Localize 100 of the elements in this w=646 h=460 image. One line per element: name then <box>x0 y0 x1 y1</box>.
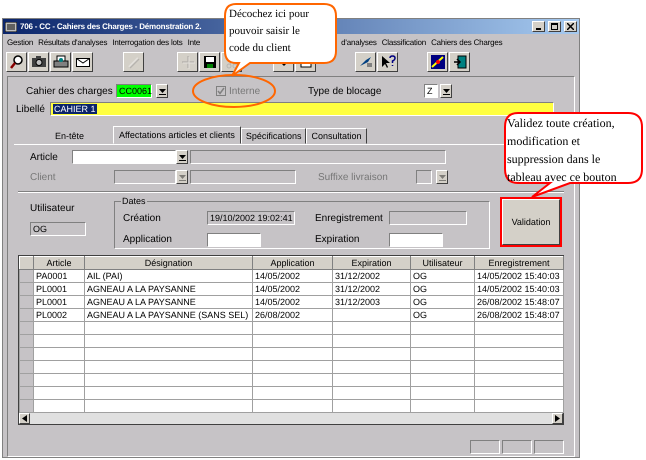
date-field[interactable] <box>207 232 261 247</box>
help-icon <box>380 54 396 70</box>
maximize-button[interactable] <box>548 21 561 32</box>
menu-item[interactable]: Cahiers des Charges <box>431 38 502 46</box>
right-arrow-icon <box>555 415 560 422</box>
date-field[interactable] <box>389 232 443 247</box>
column-header[interactable]: Article <box>34 256 84 270</box>
printer-icon <box>52 54 68 70</box>
dropdown-arrow-icon <box>178 153 186 161</box>
app-icon <box>5 22 17 32</box>
tab[interactable]: Spécifications <box>240 128 306 144</box>
field-label: Expiration <box>315 234 360 246</box>
table-cell: OG <box>410 308 474 322</box>
libelle-field[interactable]: CAHIER 1 <box>50 102 554 116</box>
dropdown-button[interactable] <box>436 170 448 184</box>
maximize-icon <box>551 23 558 30</box>
toolbar-button[interactable] <box>377 52 398 72</box>
camera-icon <box>30 54 46 70</box>
horizontal-scrollbar[interactable] <box>19 413 563 424</box>
magnifier-icon <box>8 54 24 70</box>
dropdown-arrow-icon <box>438 173 446 181</box>
close-icon <box>567 23 574 30</box>
toolbar-button[interactable] <box>50 52 71 72</box>
field-label: Client <box>30 172 57 182</box>
table-cell: AGNEAU A LA PAYSANNE <box>84 296 252 308</box>
column-header[interactable]: Application <box>252 256 332 270</box>
toolbar-button[interactable] <box>6 52 27 72</box>
menu-item[interactable]: d'analyses <box>341 38 377 46</box>
toolbar-button[interactable] <box>28 52 49 72</box>
table-cell: 26/08/2002 <box>252 308 332 322</box>
table-cell: OG <box>410 296 474 308</box>
menu-item[interactable]: Inte <box>188 38 200 46</box>
menu-item[interactable]: Résultats d'analyses <box>38 38 108 46</box>
status-panel <box>502 440 532 454</box>
floppy-icon <box>202 54 218 70</box>
callout-text: Validez toute création, modification et suppression dans le tableau avec ce bouton <box>507 115 618 186</box>
status-panel <box>534 440 564 454</box>
table-cell: 31/12/2002 <box>332 282 410 296</box>
column-header[interactable]: Enregistrement <box>474 256 564 270</box>
validation-button[interactable]: Validation <box>502 199 560 245</box>
callout-text: Décochez ici pour pouvoir saisir le code du client <box>229 7 310 56</box>
dropdown-button[interactable] <box>176 170 188 184</box>
blocage-field[interactable]: Z <box>424 84 438 98</box>
menu-item[interactable]: Classification <box>382 38 426 46</box>
menu-item[interactable]: Gestion <box>7 38 34 46</box>
column-header[interactable]: Utilisateur <box>410 256 474 270</box>
article-field[interactable] <box>72 150 176 164</box>
field-label: Création <box>123 212 162 224</box>
column-header[interactable]: Désignation <box>84 256 252 270</box>
user-field: OG <box>30 222 86 236</box>
dropdown-arrow-icon <box>158 87 166 95</box>
toolbar-button[interactable] <box>427 52 448 72</box>
table-cell: 14/05/2002 15:40:03 <box>474 270 564 282</box>
table-cell: AIL (PAI) <box>84 270 252 282</box>
dropdown-arrow-icon <box>442 87 450 95</box>
table-cell: 31/12/2002 <box>332 270 410 282</box>
table-cell: AGNEAU A LA PAYSANNE <box>84 282 252 296</box>
close-button[interactable] <box>564 21 577 32</box>
field-label: Cahier des charges <box>26 86 114 96</box>
table-cell: PL0001 <box>34 282 84 296</box>
field-label: Suffixe livraison <box>318 172 389 182</box>
table-cell: PL0001 <box>34 296 84 308</box>
table-cell: OG <box>410 270 474 282</box>
table-cell: OG <box>410 282 474 296</box>
dropdown-arrow-icon <box>178 173 186 181</box>
field-label: Utilisateur <box>30 203 76 214</box>
field-label: Libellé <box>15 104 46 114</box>
checkmark-icon <box>217 87 225 95</box>
table-cell: 26/08/2002 15:48:07 <box>474 308 564 322</box>
table-cell: 14/05/2002 <box>252 270 332 282</box>
column-header[interactable]: Expiration <box>332 256 410 270</box>
tab[interactable]: Affectations articles et clients <box>113 126 241 144</box>
toolbar-button[interactable] <box>72 52 93 72</box>
field-label: Article <box>30 152 59 162</box>
chart-icon <box>430 54 446 70</box>
table-cell: PA0001 <box>34 270 84 282</box>
toolbar-button[interactable] <box>449 52 470 72</box>
dropdown-button[interactable] <box>440 84 452 98</box>
table-cell: 14/05/2002 <box>252 296 332 308</box>
table-cell: 14/05/2002 <box>252 282 332 296</box>
date-field: 19/10/2002 19:02:41 <box>207 211 295 226</box>
left-arrow-icon <box>22 415 27 422</box>
tab[interactable]: Consultation <box>306 128 366 144</box>
status-panel <box>470 440 500 454</box>
menu-item[interactable]: Interrogation des lots <box>112 38 183 46</box>
field-label: Type de blocage <box>308 86 382 96</box>
dropdown-button[interactable] <box>156 84 168 98</box>
table-cell: 14/05/2002 15:40:03 <box>474 282 564 296</box>
table-cell: PL0002 <box>34 308 84 322</box>
group-label: Dates <box>121 196 147 206</box>
table-cell: 26/08/2002 15:48:07 <box>474 296 564 308</box>
exit-door-icon <box>452 54 468 70</box>
window-title: 706 - CC - Cahiers des Charges - Démonstration 2. <box>20 22 202 31</box>
field-label: Enregistrement <box>315 212 384 224</box>
dropdown-button[interactable] <box>176 150 188 164</box>
table-cell: AGNEAU A LA PAYSANNE (SANS SEL) <box>84 308 252 322</box>
toolbar-button[interactable] <box>199 52 220 72</box>
toolbar-button[interactable] <box>355 52 376 72</box>
minimize-button[interactable] <box>532 21 545 32</box>
field-label: Application <box>123 234 173 246</box>
